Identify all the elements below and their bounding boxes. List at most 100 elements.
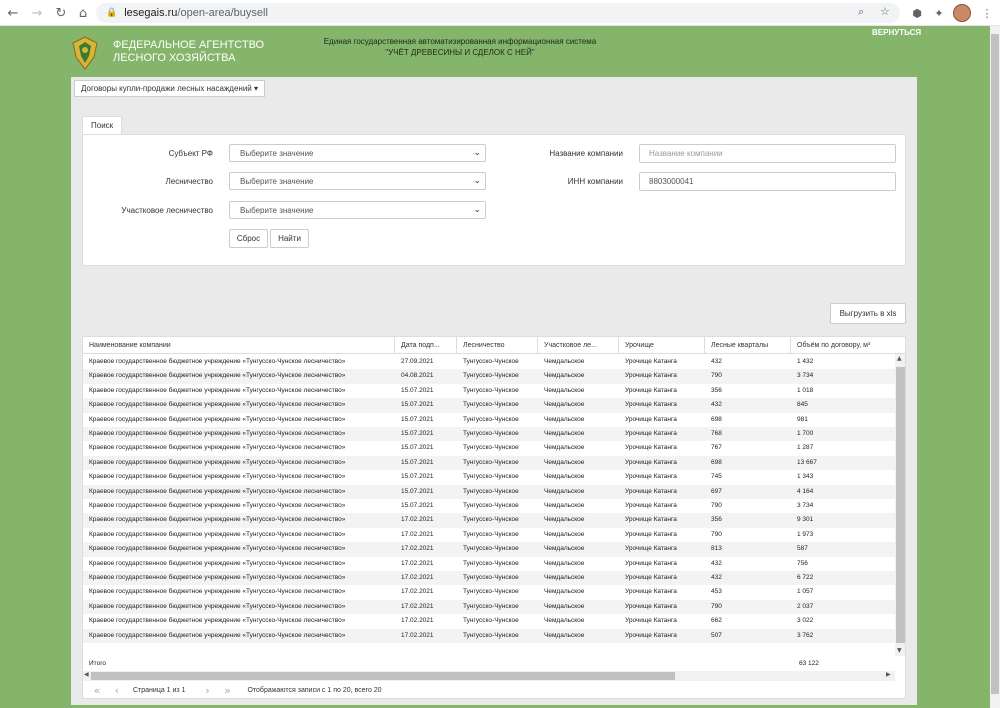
extensions-puzzle-icon[interactable]: ✦ (930, 4, 948, 22)
column-header[interactable]: Наименование компании (83, 337, 395, 354)
table-cell: 698 (711, 458, 722, 466)
scrollbar-thumb[interactable] (91, 672, 675, 680)
table-cell: Тунгусско-Чунское (463, 372, 519, 380)
company-name-input[interactable]: Название компании (639, 144, 896, 163)
table-cell: 790 (711, 530, 722, 538)
table-row[interactable]: Краевое государственное бюджетное учрежд… (83, 441, 895, 455)
tab-search[interactable]: Поиск (82, 116, 123, 134)
table-cell: Тунгусско-Чунское (463, 430, 519, 437)
export-xls-button[interactable]: Выгрузить в xls (830, 303, 906, 324)
table-cell: Чемдальское (544, 401, 585, 409)
table-vertical-scrollbar[interactable]: ▲ ▼ (895, 354, 905, 656)
scroll-up-arrow-icon[interactable]: ▲ (897, 355, 902, 362)
zoom-icon[interactable]: ⌕ (858, 5, 864, 19)
table-cell: 507 (711, 631, 722, 639)
table-cell: Чемдальское (544, 502, 585, 509)
profile-avatar[interactable] (953, 4, 971, 22)
table-row[interactable]: Краевое государственное бюджетное учрежд… (83, 413, 895, 427)
forward-arrow-icon[interactable]: → (26, 2, 48, 24)
last-page-icon[interactable]: » (217, 684, 237, 697)
table-row[interactable]: Краевое государственное бюджетное учрежд… (83, 599, 895, 615)
back-arrow-icon[interactable]: ← (2, 2, 24, 24)
table-cell: Тунгусско-Чунское (463, 401, 519, 409)
table-cell: 15.07.2021 (401, 473, 434, 481)
table-row[interactable]: Краевое государственное бюджетное учрежд… (83, 384, 895, 398)
table-row[interactable]: Краевое государственное бюджетное учрежд… (83, 427, 895, 442)
table-cell: Тунгусско-Чунское (463, 458, 519, 466)
forestry-label: Лесничество (165, 177, 213, 186)
back-link[interactable]: ВЕРНУТЬСЯ (872, 28, 921, 37)
subject-select[interactable]: Выберите значение ⌄ (229, 144, 486, 162)
section-dropdown[interactable]: Договоры купли-продажи лесных насаждений… (74, 80, 266, 97)
url-host: lesegais.ru (124, 7, 178, 19)
table-row[interactable]: Краевое государственное бюджетное учрежд… (83, 557, 895, 571)
table-cell: Тунгусско-Чунское (463, 530, 519, 538)
table-row[interactable]: Краевое государственное бюджетное учрежд… (83, 398, 895, 413)
total-value: 63 122 (799, 660, 819, 667)
table-row[interactable]: Краевое государственное бюджетное учрежд… (83, 542, 895, 557)
table-row[interactable]: Краевое государственное бюджетное учрежд… (83, 499, 895, 513)
table-cell: 04.08.2021 (401, 372, 434, 380)
scrollbar-thumb[interactable] (896, 367, 905, 643)
table-horizontal-scrollbar[interactable]: ◀ ▶ (83, 671, 895, 681)
total-row: Итого 63 122 (83, 657, 895, 671)
table-row[interactable]: Краевое государственное бюджетное учрежд… (83, 571, 895, 586)
table-cell: 17.02.2021 (401, 516, 434, 524)
scroll-down-arrow-icon[interactable]: ▼ (897, 647, 902, 654)
scroll-right-arrow-icon[interactable]: ▶ (886, 671, 891, 678)
prev-page-icon[interactable]: ‹ (107, 684, 127, 697)
table-row[interactable]: Краевое государственное бюджетное учрежд… (83, 614, 895, 628)
table-row[interactable]: Краевое государственное бюджетное учрежд… (83, 369, 895, 384)
page-info: Страница 1 из 1 (133, 687, 186, 694)
table-cell: 15.07.2021 (401, 444, 434, 452)
forestry-select[interactable]: Выберите значение ⌄ (229, 172, 486, 190)
table-cell: Тунгусско-Чунское (463, 617, 519, 625)
district-select[interactable]: Выберите значение ⌄ (229, 201, 486, 219)
lock-icon: 🔒 (106, 8, 118, 18)
table-cell: Урочище Катанга (625, 617, 677, 625)
inn-label: ИНН компании (567, 177, 623, 186)
reload-icon[interactable]: ↻ (50, 2, 72, 24)
table-cell: 790 (711, 372, 722, 380)
column-header[interactable]: Дата подп... (395, 337, 457, 354)
table-cell: 17.02.2021 (401, 574, 434, 581)
table-row[interactable]: Краевое государственное бюджетное учрежд… (83, 355, 895, 369)
extension-shield-icon[interactable]: ⬢ (908, 4, 926, 22)
browser-menu-icon[interactable]: ⋮ (978, 4, 996, 22)
table-row[interactable]: Краевое государственное бюджетное учрежд… (83, 585, 895, 599)
table-row[interactable]: Краевое государственное бюджетное учрежд… (83, 513, 895, 528)
column-header[interactable]: Лесные кварталы (705, 337, 791, 354)
bookmark-star-icon[interactable]: ☆ (880, 5, 890, 18)
column-header[interactable]: Объём по договору, м³ (791, 337, 905, 354)
search-panel: Субъект РФ Выберите значение ⌄ Лесничест… (82, 134, 906, 266)
table-row[interactable]: Краевое государственное бюджетное учрежд… (83, 455, 895, 471)
table-cell: 15.07.2021 (401, 415, 434, 423)
table-cell: 756 (797, 559, 808, 567)
table-cell: Чемдальское (544, 415, 585, 423)
reset-button[interactable]: Сброс (229, 229, 268, 248)
scroll-left-arrow-icon[interactable]: ◀ (84, 671, 89, 678)
table-row[interactable]: Краевое государственное бюджетное учрежд… (83, 484, 895, 499)
window-scrollbar[interactable] (990, 26, 1000, 708)
table-cell: Урочище Катанга (625, 487, 677, 495)
table-row[interactable]: Краевое государственное бюджетное учрежд… (83, 470, 895, 484)
column-header[interactable]: Урочище (619, 337, 705, 354)
find-button[interactable]: Найти (270, 229, 309, 248)
column-header[interactable]: Участковое ле... (538, 337, 619, 354)
column-header[interactable]: Лесничество (457, 337, 538, 354)
table-row[interactable]: Краевое государственное бюджетное учрежд… (83, 628, 895, 643)
table-cell: Урочище Катанга (625, 458, 677, 466)
table-cell: Краевое государственное бюджетное учрежд… (89, 574, 346, 581)
inn-input[interactable]: 8803000041 (639, 172, 896, 191)
table-cell: 4 164 (797, 487, 814, 495)
home-icon[interactable]: ⌂ (72, 2, 94, 24)
scrollbar-thumb[interactable] (991, 34, 999, 694)
next-page-icon[interactable]: › (197, 684, 217, 697)
address-bar[interactable]: 🔒 lesegais.ru/open-area/buysell ⌕ ☆ (96, 3, 900, 23)
table-cell: Чемдальское (544, 487, 585, 495)
first-page-icon[interactable]: « (87, 684, 107, 697)
total-label: Итого (89, 660, 107, 667)
table-cell: 1 432 (797, 358, 814, 365)
system-name-line1: Единая государственная автоматизированна… (323, 37, 597, 46)
table-row[interactable]: Краевое государственное бюджетное учрежд… (83, 528, 895, 542)
